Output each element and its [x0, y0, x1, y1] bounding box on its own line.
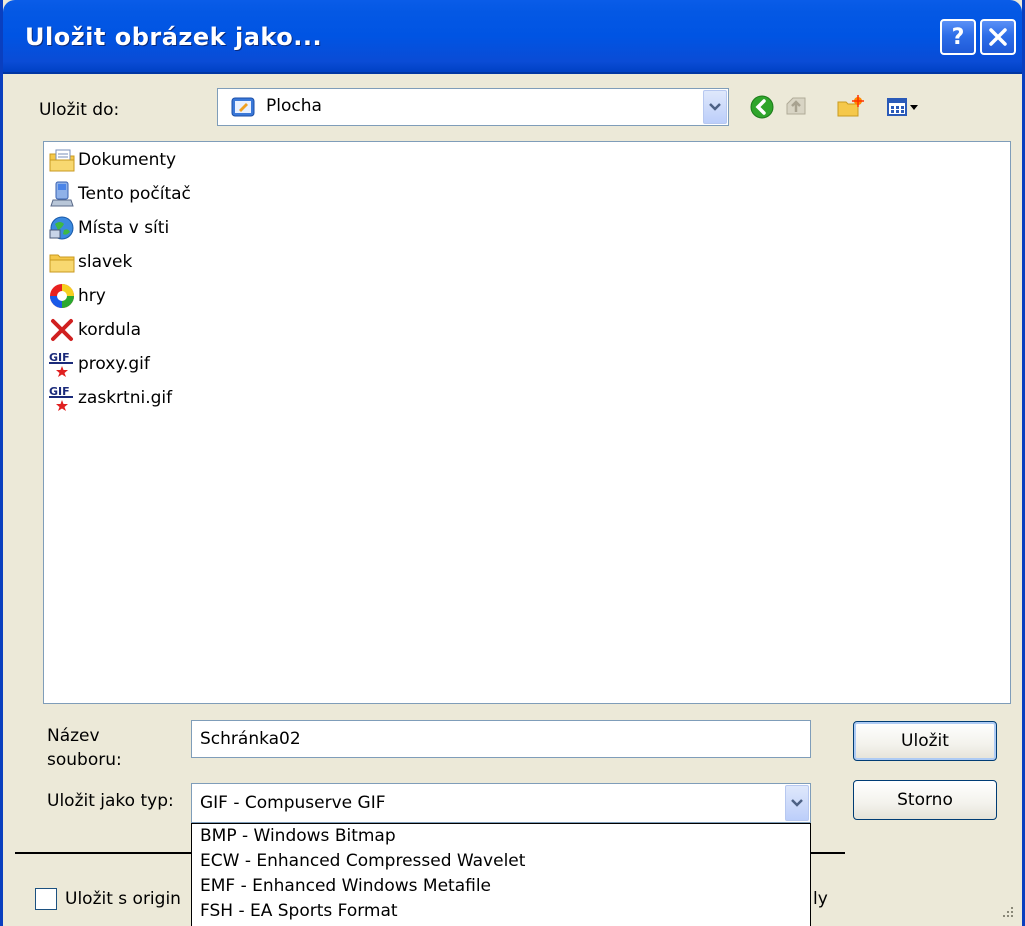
- cancel-button[interactable]: Storno: [853, 780, 997, 820]
- save-image-dialog: Uložit obrázek jako... ? Uložit do: Ploc…: [0, 0, 1025, 926]
- gif-file-icon: GIF: [46, 382, 78, 414]
- gif-file-icon: GIF: [46, 348, 78, 380]
- close-button[interactable]: [980, 19, 1016, 55]
- up-folder-button[interactable]: [781, 92, 811, 122]
- file-name: kordula: [78, 320, 142, 340]
- file-name: Místa v síti: [78, 218, 170, 238]
- list-item[interactable]: slavek: [46, 246, 132, 278]
- title-bar[interactable]: Uložit obrázek jako... ?: [3, 0, 1022, 74]
- broken-shortcut-icon: [46, 314, 78, 346]
- filetype-dropdown-button[interactable]: [785, 785, 809, 821]
- list-item[interactable]: Místa v síti: [46, 212, 169, 244]
- view-menu-icon: [887, 98, 918, 116]
- filename-label-line2: souboru:: [47, 750, 122, 770]
- file-list[interactable]: Dokumenty Tento počítač Místa v síti sla…: [43, 141, 1011, 704]
- documents-folder-icon: [46, 144, 78, 176]
- file-name: proxy.gif: [78, 354, 150, 374]
- save-in-label: Uložit do:: [39, 100, 120, 120]
- save-in-value: Plocha: [266, 96, 322, 116]
- chevron-down-icon: [791, 799, 803, 807]
- chevron-down-icon: [709, 103, 721, 111]
- dialog-title: Uložit obrázek jako...: [25, 23, 323, 51]
- filetype-option[interactable]: FSH - EA Sports Format: [200, 901, 398, 925]
- desktop-icon: [230, 94, 256, 125]
- save-original-checkbox[interactable]: [35, 888, 57, 910]
- resize-grip-icon[interactable]: [1001, 904, 1015, 924]
- folder-icon: [46, 246, 78, 278]
- filetype-options-list[interactable]: BMP - Windows Bitmap ECW - Enhanced Comp…: [191, 823, 811, 926]
- help-label: ?: [951, 24, 965, 50]
- close-icon: [989, 28, 1007, 46]
- my-computer-icon: [46, 178, 78, 210]
- save-button-label: Uložit: [901, 731, 949, 751]
- filetype-label: Uložit jako typ:: [47, 791, 174, 811]
- file-name: slavek: [78, 252, 133, 272]
- filetype-option[interactable]: ECW - Enhanced Compressed Wavelet: [200, 851, 525, 875]
- filetype-combo[interactable]: GIF - Compuserve GIF: [191, 783, 811, 823]
- file-name: hry: [78, 286, 106, 306]
- games-shortcut-icon: [46, 280, 78, 312]
- new-folder-icon: [837, 95, 864, 117]
- filetype-option[interactable]: BMP - Windows Bitmap: [200, 826, 396, 850]
- save-in-combo[interactable]: Plocha: [217, 88, 729, 126]
- filename-label-line1: Název: [47, 726, 100, 746]
- filetype-value: GIF - Compuserve GIF: [200, 793, 386, 813]
- filename-input[interactable]: Schránka02: [191, 720, 811, 758]
- list-item[interactable]: hry: [46, 280, 106, 312]
- list-item[interactable]: GIF zaskrtni.gif: [46, 382, 172, 414]
- filename-value: Schránka02: [200, 729, 301, 749]
- list-item[interactable]: kordula: [46, 314, 141, 346]
- file-name: zaskrtni.gif: [78, 388, 173, 408]
- footer-trailing-text: ly: [813, 889, 828, 909]
- cancel-button-label: Storno: [897, 790, 953, 810]
- save-button[interactable]: Uložit: [853, 721, 997, 761]
- save-in-dropdown-button[interactable]: [703, 90, 727, 124]
- list-item[interactable]: Tento počítač: [46, 178, 191, 210]
- list-item[interactable]: GIF proxy.gif: [46, 348, 150, 380]
- view-menu-button[interactable]: [883, 92, 923, 122]
- list-item[interactable]: Dokumenty: [46, 144, 176, 176]
- network-places-icon: [46, 212, 78, 244]
- new-folder-button[interactable]: [835, 92, 865, 122]
- help-button[interactable]: ?: [940, 19, 976, 55]
- up-folder-icon: [786, 97, 806, 115]
- file-name: Tento počítač: [78, 184, 191, 204]
- back-arrow-icon: [750, 95, 774, 119]
- back-button[interactable]: [747, 92, 777, 122]
- file-name: Dokumenty: [78, 150, 177, 170]
- save-original-label: Uložit s origin: [65, 889, 181, 909]
- filetype-option[interactable]: EMF - Enhanced Windows Metafile: [200, 876, 491, 900]
